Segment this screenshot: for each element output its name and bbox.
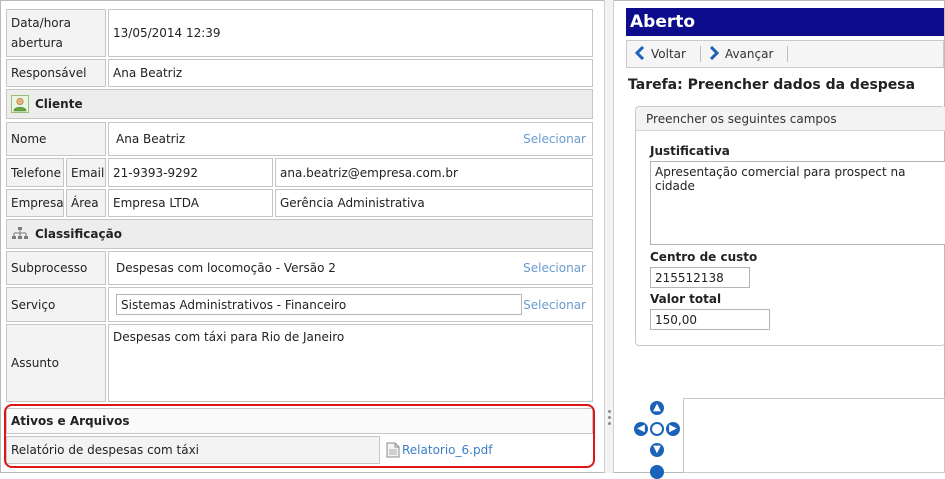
nav-down-icon[interactable]: ▼ [650, 443, 664, 457]
toolbar-separator [699, 46, 701, 62]
email-label: Email [66, 158, 106, 187]
classificacao-section-header: Classificação [6, 219, 593, 249]
task-title: Tarefa: Preencher dados da despesa [628, 77, 916, 93]
subprocesso-value: Despesas com locomoção - Versão 2 [116, 261, 336, 275]
valor-total-input[interactable]: 150,00 [650, 309, 770, 330]
status-title-bar: Aberto [626, 8, 944, 36]
responsavel-label: Responsável [6, 59, 106, 87]
toolbar-separator [787, 46, 789, 62]
servico-label: Serviço [6, 287, 106, 322]
nav-up-icon[interactable]: ▲ [650, 401, 664, 415]
diagram-preview-box[interactable] [683, 398, 945, 473]
fields-panel-header: Preencher os seguintes campos [636, 107, 945, 131]
nav-center-icon[interactable] [650, 422, 664, 436]
justificativa-label: Justificativa [650, 144, 730, 158]
attachment-highlight-box [4, 404, 595, 468]
valor-total-label: Valor total [650, 292, 722, 306]
telefone-value: 21-9393-9292 [108, 158, 273, 187]
request-form: Data/hora abertura 13/05/2014 12:39 Resp… [0, 0, 600, 473]
centro-custo-label: Centro de custo [650, 250, 758, 264]
centro-custo-input[interactable]: 215512138 [650, 267, 750, 288]
hierarchy-icon [11, 225, 29, 243]
empresa-label: Empresa [6, 189, 64, 217]
subprocesso-selecionar-link[interactable]: Selecionar [523, 261, 586, 275]
back-arrow-icon [634, 45, 645, 63]
back-button-label: Voltar [651, 47, 686, 61]
classificacao-section-title: Classificação [35, 227, 122, 241]
splitter-grip-dot [608, 410, 611, 413]
assunto-textarea[interactable]: Despesas com táxi para Rio de Janeiro [108, 324, 593, 402]
servico-input[interactable]: Sistemas Administrativos - Financeiro [116, 294, 522, 315]
data-hora-value: 13/05/2014 12:39 [108, 9, 593, 57]
forward-button-label: Avançar [724, 47, 774, 61]
email-value: ana.beatriz@empresa.com.br [275, 158, 593, 187]
servico-field: Sistemas Administrativos - Financeiro Se… [108, 287, 593, 322]
data-hora-label: Data/hora abertura [6, 9, 106, 57]
splitter-grip-dot [608, 422, 611, 425]
servico-selecionar-link[interactable]: Selecionar [523, 298, 586, 312]
subprocesso-label: Subprocesso [6, 251, 106, 285]
cliente-section-header: Cliente [6, 89, 593, 119]
forward-arrow-icon [709, 45, 720, 63]
nome-label: Nome [6, 122, 106, 156]
navigation-toolbar: Voltar Avançar [626, 40, 944, 68]
area-value: Gerência Administrativa [275, 189, 593, 217]
nome-value: Ana Beatriz [116, 132, 186, 146]
nav-right-icon[interactable]: ▶ [666, 422, 680, 436]
empresa-value: Empresa LTDA [108, 189, 273, 217]
assunto-label: Assunto [6, 324, 106, 402]
nome-field: Ana Beatriz Selecionar [108, 122, 593, 156]
telefone-label: Telefone [6, 158, 64, 187]
subprocesso-field: Despesas com locomoção - Versão 2 Seleci… [108, 251, 593, 285]
back-button[interactable]: Voltar [634, 45, 692, 63]
forward-button[interactable]: Avançar [709, 45, 779, 63]
nome-selecionar-link[interactable]: Selecionar [523, 132, 586, 146]
splitter-grip-dot [608, 416, 611, 419]
client-icon [11, 95, 29, 113]
panel-splitter[interactable] [604, 0, 614, 473]
responsavel-value: Ana Beatriz [108, 59, 593, 87]
area-label: Área [66, 189, 106, 217]
nav-down-extra-icon[interactable] [650, 465, 664, 479]
navigation-pad: ▲ ◀ ▶ ▼ [630, 398, 684, 479]
justificativa-textarea[interactable]: Apresentação comercial para prospect na … [650, 161, 945, 245]
cliente-section-title: Cliente [35, 97, 83, 111]
nav-left-icon[interactable]: ◀ [634, 422, 648, 436]
